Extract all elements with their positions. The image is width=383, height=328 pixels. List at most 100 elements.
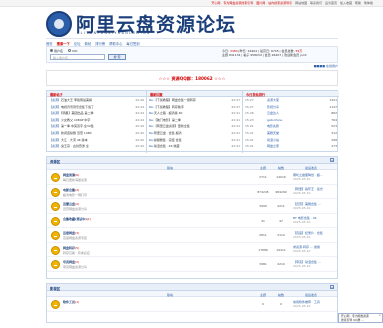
forum-last-post[interactable]: 哪吒之魔童降世 · 超… 2025-05-10 bbox=[293, 173, 337, 181]
post-title[interactable]: 【下载教程】转存助手 bbox=[154, 105, 184, 109]
rank-username[interactable]: 网盘之家 bbox=[267, 143, 279, 150]
list-item[interactable]: Re:阿里云盘 · 合集 超清 22:41 bbox=[147, 130, 242, 137]
post-title[interactable]: 大江 · 大河 4K 版本 bbox=[61, 138, 88, 142]
rank-username[interactable]: 动漫小站 bbox=[267, 137, 279, 144]
top-link-tupian[interactable]: 图片网 · 站内搜索资源导引 bbox=[256, 1, 292, 5]
list-item[interactable]: 【资源】新闻连续剧 迅雷 1080 22:40 bbox=[47, 130, 146, 137]
search-button[interactable]: 搜 索 bbox=[108, 54, 126, 60]
list-item[interactable]: 15:26 云盘达人 882 bbox=[243, 110, 339, 117]
post-title[interactable]: 【明星】美团出品 第二季 bbox=[61, 111, 93, 115]
site-logo[interactable]: 阿里云盘资源论坛 ALIYUNPANZIYUANLUNTAN bbox=[46, 10, 235, 38]
rank-username[interactable]: 电影先锋 bbox=[267, 123, 279, 130]
top-link-sitemap[interactable]: 网站地图 bbox=[295, 1, 307, 5]
collapse-icon[interactable]: − bbox=[330, 285, 334, 289]
rank-username[interactable]: gatonfunu bbox=[267, 117, 282, 124]
list-item[interactable]: 15:21 动漫小站 298 bbox=[243, 137, 339, 144]
forum-name[interactable]: 软件工具(1) bbox=[63, 300, 79, 304]
forum-name[interactable]: 电影合集(4) bbox=[63, 188, 79, 192]
forum-row[interactable]: 百度网盘(3) 百度网盘资源专区 2811 3110 【百度】纪录片 · 合集 2025-… bbox=[47, 228, 337, 243]
post-title[interactable]: 悬疑剧集 · 完结 合集 bbox=[154, 138, 182, 142]
list-item[interactable]: 【资源】鬼王宗 · 古剑奇谭 全 22:40 bbox=[47, 143, 146, 150]
online-users-link[interactable]: ■■■■ 在线用户 bbox=[46, 64, 338, 69]
forum-name[interactable]: 网盘资源(6) bbox=[63, 173, 79, 177]
list-item[interactable]: 【资源】大江 · 大河 4K 版本 22:40 bbox=[47, 137, 146, 144]
forum-row[interactable]: 夸克网盘(2) 夸克网盘资源分享 3981 4210 【夸克】动漫合集 … 2025-05… bbox=[47, 257, 337, 272]
list-item[interactable]: 【资源】第一季 中英双字·全32集 22:40 bbox=[47, 123, 146, 130]
nav-item-new-posts[interactable]: 新帖 bbox=[85, 42, 92, 46]
rank-username[interactable]: 美剧天堂 bbox=[267, 130, 279, 137]
post-title[interactable]: 电视背景音乐合集下载了 bbox=[61, 105, 94, 109]
top-link-kaixin[interactable]: 开心网 · 专为网盘资源搜索引导 bbox=[211, 1, 253, 5]
nav-item-search[interactable]: 搜索一下 bbox=[57, 42, 70, 46]
top-link-help[interactable]: 帮助 bbox=[355, 1, 361, 5]
post-title[interactable]: 【阿里云盘资源】更新全集 bbox=[154, 124, 190, 128]
list-item[interactable]: Re:悬疑剧集 · 完结 合集 22:41 bbox=[147, 137, 242, 144]
post-title[interactable]: 石油大王·李筱雨最美横 bbox=[61, 98, 92, 102]
floating-ad-box[interactable]: × 开心网 · 专为网盘资源 搜索引导 QQ群 … bbox=[338, 313, 383, 323]
list-item[interactable]: 【资源】少女教父·1080P 中字 22:44 bbox=[47, 117, 146, 124]
forum-name-text: 百度网盘 bbox=[63, 231, 76, 235]
forum-name[interactable]: 迅雷云盘(2) bbox=[63, 202, 79, 206]
forum-name[interactable]: 网盘转存(5) bbox=[63, 246, 79, 250]
post-title[interactable]: 少女教父·1080P 中字 bbox=[61, 118, 90, 122]
list-item[interactable]: Re:【阿里云盘资源】更新全集 22:41 bbox=[147, 123, 242, 130]
top-link-favorite[interactable]: 加入收藏 bbox=[340, 1, 352, 5]
post-title[interactable]: 第一季 中英双字·全32集 bbox=[61, 124, 94, 128]
rank-username[interactable]: 资源大使 bbox=[267, 97, 279, 104]
forum-last-post[interactable]: 【迅雷】美剧合集 … 2025-05-10 bbox=[293, 202, 337, 210]
list-item[interactable]: Re:【下载教程】转存助手 22:47 bbox=[147, 104, 242, 111]
forum-last-post[interactable]: 【阿里】指环王 · 蓝光 2025-05-10 bbox=[293, 187, 337, 195]
collapse-icon[interactable]: − bbox=[330, 158, 334, 162]
forum-name[interactable]: 夸克网盘(2) bbox=[63, 260, 79, 264]
post-title[interactable]: 【独门电影】第二季 bbox=[154, 118, 181, 122]
radio-uid[interactable]: UID bbox=[67, 49, 77, 53]
forum-last-post[interactable]: 求资源·转存 … 谢谢 2025-05-10 bbox=[293, 245, 337, 253]
nav-item-ranking[interactable]: 排行榜 bbox=[95, 42, 105, 46]
top-link-contact[interactable]: 联系我们 bbox=[310, 1, 322, 5]
post-title[interactable]: 天人之路 · 超清版 4K bbox=[154, 111, 183, 115]
list-item[interactable]: 15:21 网盘之家 273 bbox=[243, 143, 339, 150]
post-title[interactable]: 【下载教程】网盘合集一键转存 bbox=[154, 98, 196, 102]
search-input[interactable]: 输入用户名 bbox=[50, 54, 105, 60]
forum-row[interactable]: 合集收藏(测试中)(1) 41 47 BT 电影合集 · 4K 2025-05-10 bbox=[47, 214, 337, 228]
forum-row[interactable]: 迅雷云盘(2) 迅雷网盘资源分享 3999 4211 【迅雷】美剧合集 … 2025-05… bbox=[47, 199, 337, 214]
list-item[interactable]: 【资源】电视背景音乐合集下载了 22:44 bbox=[47, 104, 146, 111]
nav-item-home[interactable]: 首页 bbox=[46, 42, 53, 46]
list-item[interactable]: 【资源】【明星】美团出品 第二季 22:44 bbox=[47, 110, 146, 117]
top-link-homepage[interactable]: 设为首页 bbox=[325, 1, 337, 5]
post-title[interactable]: 新闻连续剧 迅雷 1080 bbox=[61, 131, 92, 135]
list-item[interactable]: 15:21 电影先锋 523 bbox=[243, 123, 339, 130]
rank-username[interactable]: 影视分享 bbox=[267, 104, 279, 111]
list-item[interactable]: 【资源】石油大王·李筱雨最美横 22:46 bbox=[47, 97, 146, 104]
rank-count: 273 bbox=[331, 144, 337, 149]
forum-last-post[interactable]: 常用软件推荐 · 工具 2025-05-10 bbox=[293, 300, 337, 308]
close-icon[interactable]: × bbox=[378, 313, 381, 318]
forum-row[interactable]: 电影合集(4) 超清电影一网打尽 874245 984299 【阿里】指环王 · 蓝光 2… bbox=[47, 185, 337, 199]
top-link-traditional[interactable]: 繁体版 bbox=[364, 1, 373, 5]
radio-username[interactable]: 用户名 bbox=[50, 49, 63, 53]
forum-last-post[interactable]: 【百度】纪录片 · 合集 2025-05-10 bbox=[293, 231, 337, 239]
forum-last-post[interactable]: 【夸克】动漫合集 … 2025-05-10 bbox=[293, 260, 337, 268]
forum-status-icon bbox=[51, 187, 60, 197]
list-item[interactable]: 15:27 影视分享 1147 bbox=[243, 104, 339, 111]
nav-item-checkin[interactable]: 每日签到 bbox=[126, 42, 139, 46]
forum-row[interactable]: 网盘资源(6) 每日更新海量资源 2711 14016 哪吒之魔童降世 · 超… 2025… bbox=[47, 170, 337, 185]
rank-username[interactable]: 云盘达人 bbox=[267, 110, 279, 117]
list-item[interactable]: 15:21 美剧天堂 312 bbox=[243, 130, 339, 137]
nav-item-help[interactable]: 帮助中心 bbox=[109, 42, 122, 46]
forum-name[interactable]: 百度网盘(3) bbox=[63, 231, 79, 235]
nav-item-forum[interactable]: 论坛 bbox=[74, 42, 81, 46]
forum-name[interactable]: 合集收藏(测试中)(1) bbox=[63, 217, 91, 221]
post-title[interactable]: 鬼王宗 · 古剑奇谭 全 bbox=[61, 144, 89, 148]
list-item[interactable]: Re:动漫合集 · 4K 收藏 22:41 bbox=[147, 143, 242, 150]
forum-last-post[interactable]: BT 电影合集 · 4K 2025-05-10 bbox=[293, 216, 337, 224]
forum-row[interactable]: 网盘转存(5) 转存互助 · 有求必应 17886 19411 求资源·转存 … 谢谢 2… bbox=[47, 243, 337, 257]
list-item[interactable]: Re:【独门电影】第二季 22:41 bbox=[147, 117, 242, 124]
list-item[interactable]: 15:27 资源大使 1321 bbox=[243, 97, 339, 104]
list-item[interactable]: Re:【下载教程】网盘合集一键转存 22:47 bbox=[147, 97, 242, 104]
post-title[interactable]: 动漫合集 · 4K 收藏 bbox=[154, 144, 180, 148]
post-title[interactable]: 阿里云盘 · 合集 超清 bbox=[154, 131, 182, 135]
forum-row[interactable]: 软件工具(1) 0 0 常用软件推荐 · 工具 2025-05-10 bbox=[47, 297, 337, 312]
list-item[interactable]: Re:天人之路 · 超清版 4K 22:41 bbox=[147, 110, 242, 117]
list-item[interactable]: 15:23 gatonfunu 764 bbox=[243, 117, 339, 124]
